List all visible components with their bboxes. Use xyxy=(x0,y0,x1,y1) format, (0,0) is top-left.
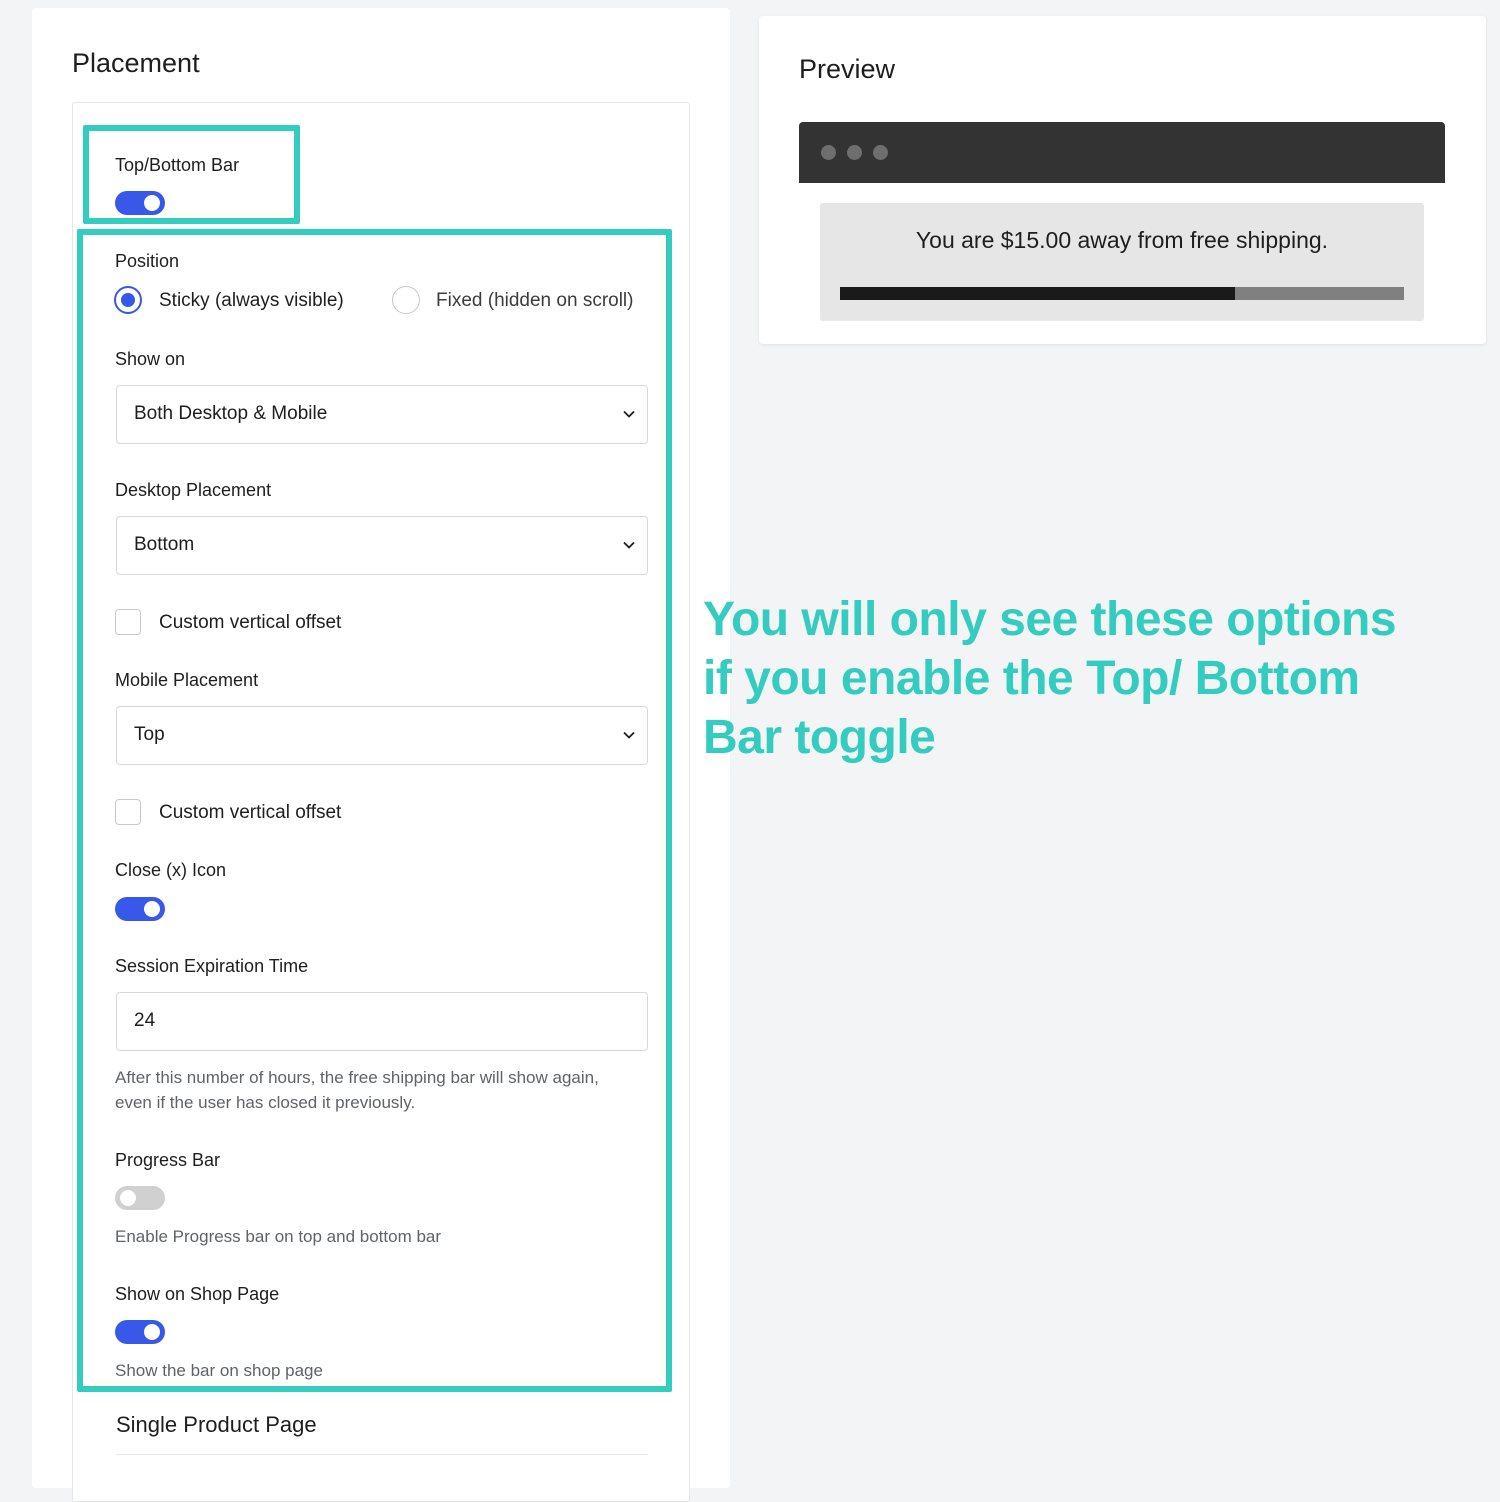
toggle-knob xyxy=(144,195,160,211)
toggle-knob xyxy=(144,1324,160,1340)
placement-title: Placement xyxy=(72,48,200,78)
chevron-down-icon xyxy=(623,541,635,549)
session-expiration-label: Session Expiration Time xyxy=(115,956,309,976)
show-on-select[interactable]: Both Desktop & Mobile xyxy=(116,385,648,444)
position-fixed-radio[interactable] xyxy=(392,286,420,314)
window-dot-icon xyxy=(873,145,888,160)
section-divider xyxy=(116,1454,648,1455)
chevron-down-icon xyxy=(623,731,635,739)
browser-title-bar xyxy=(799,122,1445,183)
progress-bar-toggle[interactable] xyxy=(115,1186,165,1210)
show-on-label: Show on xyxy=(115,349,186,369)
desktop-placement-select[interactable]: Bottom xyxy=(116,516,648,575)
shop-page-toggle[interactable] xyxy=(115,1320,165,1344)
mobile-placement-value: Top xyxy=(134,724,165,745)
session-expiration-help: After this number of hours, the free shi… xyxy=(115,1068,599,1112)
position-label: Position xyxy=(115,251,180,271)
shipping-progress-track xyxy=(840,287,1404,300)
position-fixed-label: Fixed (hidden on scroll) xyxy=(436,290,634,311)
window-dot-icon xyxy=(847,145,862,160)
progress-bar-label: Progress Bar xyxy=(115,1150,221,1170)
preview-panel: Preview You are $15.00 away from free sh… xyxy=(759,16,1486,344)
mobile-offset-label: Custom vertical offset xyxy=(159,802,342,823)
desktop-offset-checkbox[interactable] xyxy=(115,609,141,635)
chevron-down-icon xyxy=(623,410,635,418)
close-icon-toggle[interactable] xyxy=(115,897,165,921)
desktop-placement-label: Desktop Placement xyxy=(115,480,272,500)
preview-title: Preview xyxy=(799,54,896,84)
single-product-page-heading[interactable]: Single Product Page xyxy=(116,1412,317,1438)
top-bottom-bar-toggle[interactable] xyxy=(115,191,165,215)
shop-page-label: Show on Shop Page xyxy=(115,1284,280,1304)
window-dot-icon xyxy=(821,145,836,160)
toggle-knob xyxy=(144,901,160,917)
close-icon-label: Close (x) Icon xyxy=(115,860,227,880)
free-shipping-message: You are $15.00 away from free shipping. xyxy=(915,227,1329,253)
show-on-value: Both Desktop & Mobile xyxy=(134,403,328,424)
progress-bar-help: Enable Progress bar on top and bottom ba… xyxy=(115,1227,442,1246)
mobile-offset-checkbox[interactable] xyxy=(115,799,141,825)
shop-page-help: Show the bar on shop page xyxy=(115,1361,323,1380)
placement-settings-card: Top/Bottom Bar Position Sticky (always v… xyxy=(72,102,690,1502)
free-shipping-bar: You are $15.00 away from free shipping. xyxy=(820,203,1424,321)
toggle-knob xyxy=(120,1190,136,1206)
annotation-text: You will only see these options if you e… xyxy=(703,593,1397,764)
browser-mockup: You are $15.00 away from free shipping. xyxy=(799,122,1445,344)
mobile-placement-select[interactable]: Top xyxy=(116,706,648,765)
placement-panel: Placement Top/Bottom Bar Position Sticky… xyxy=(32,8,730,1502)
shipping-progress-fill xyxy=(840,287,1235,300)
position-sticky-label: Sticky (always visible) xyxy=(159,290,344,311)
desktop-placement-value: Bottom xyxy=(134,534,195,555)
top-bottom-bar-label: Top/Bottom Bar xyxy=(115,155,240,175)
mobile-placement-label: Mobile Placement xyxy=(115,670,259,690)
position-sticky-radio[interactable] xyxy=(114,286,142,314)
desktop-offset-label: Custom vertical offset xyxy=(159,612,342,633)
session-expiration-input[interactable]: 24 xyxy=(116,992,648,1051)
